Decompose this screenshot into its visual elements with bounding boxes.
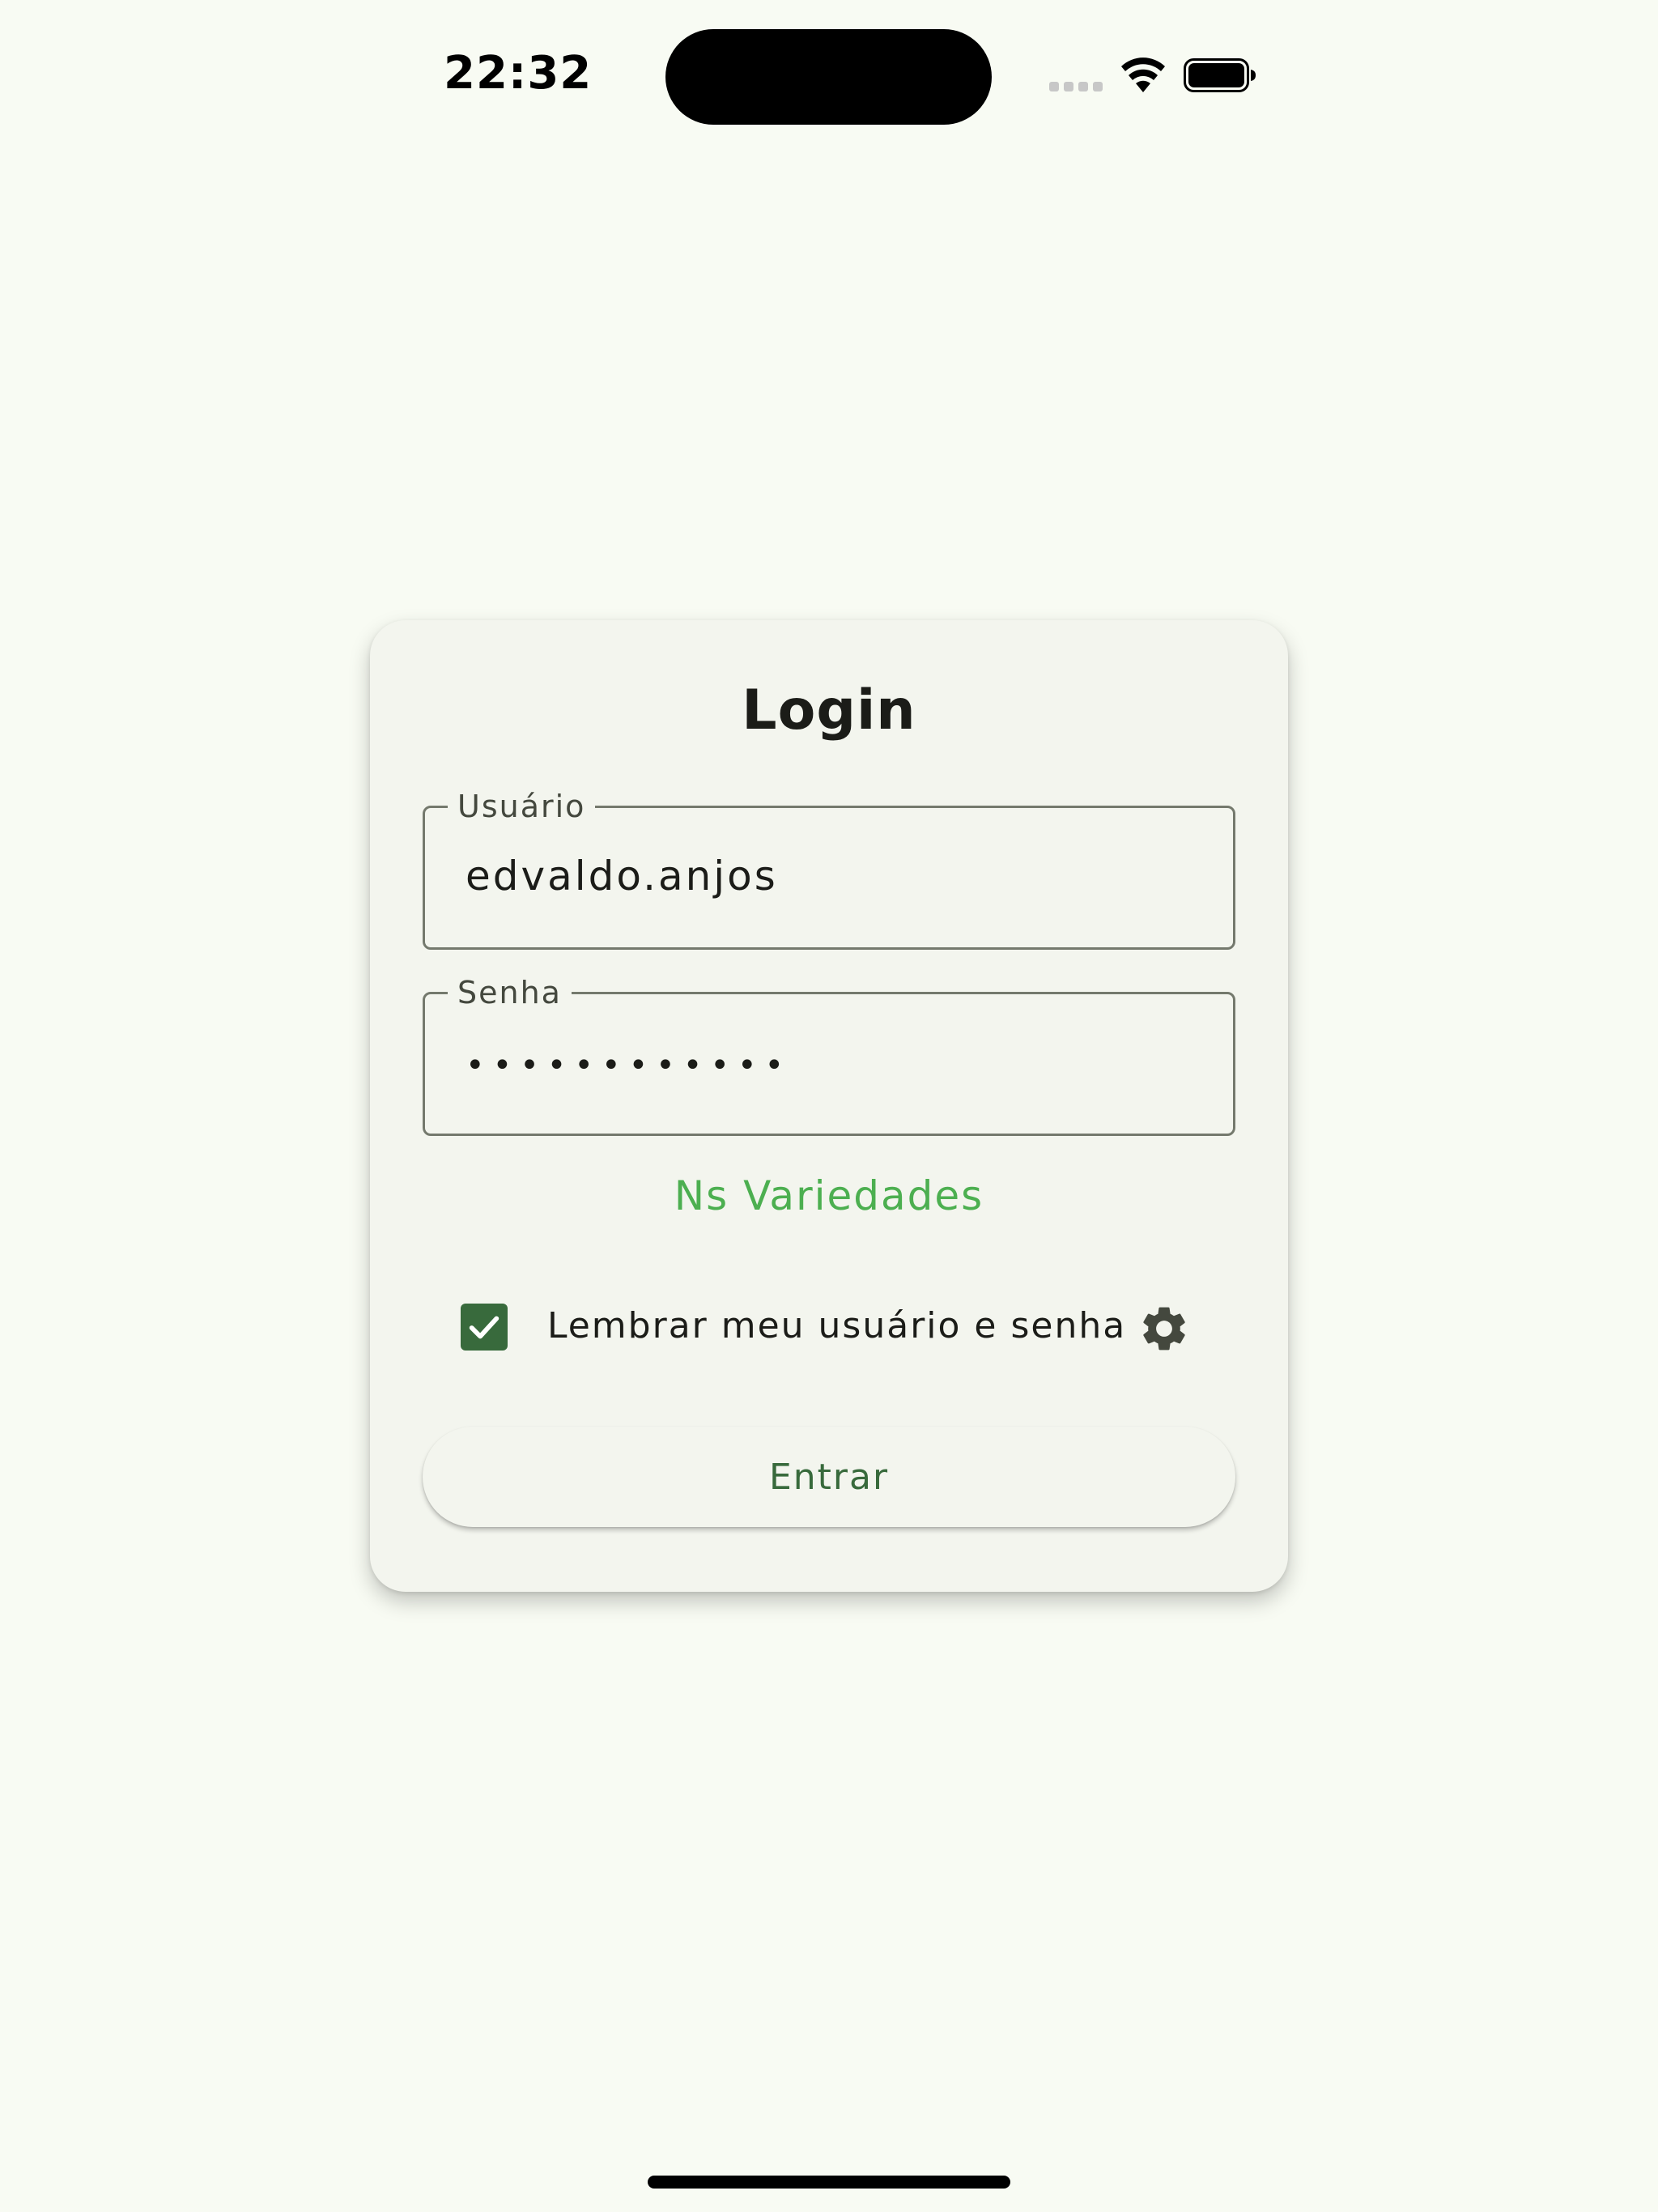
- password-input[interactable]: [466, 1033, 1201, 1098]
- dynamic-island: [665, 29, 992, 125]
- wifi-icon: [1121, 57, 1165, 92]
- cellular-signal-icon: [1049, 82, 1103, 91]
- page-title: Login: [742, 678, 916, 742]
- login-card: Login Usuário Senha Ns Variedades Lembra…: [370, 620, 1288, 1592]
- battery-icon: [1184, 58, 1256, 92]
- status-time: 22:32: [444, 47, 593, 100]
- password-label: Senha: [448, 973, 572, 1012]
- remember-checkbox[interactable]: [461, 1304, 508, 1351]
- home-indicator: [648, 2176, 1010, 2189]
- gear-icon: [1143, 1307, 1185, 1351]
- company-name: Ns Variedades: [674, 1172, 984, 1219]
- login-button[interactable]: Entrar: [423, 1427, 1235, 1527]
- username-input[interactable]: [466, 844, 1201, 908]
- checkmark-icon: [469, 1316, 500, 1339]
- remember-label: Lembrar meu usuário e senha: [547, 1305, 1127, 1346]
- remember-row: Lembrar meu usuário e senha: [370, 1284, 1288, 1357]
- username-label: Usuário: [448, 787, 596, 826]
- settings-button[interactable]: [1137, 1302, 1191, 1355]
- password-field[interactable]: Senha: [423, 973, 1235, 1136]
- username-field[interactable]: Usuário: [423, 787, 1235, 950]
